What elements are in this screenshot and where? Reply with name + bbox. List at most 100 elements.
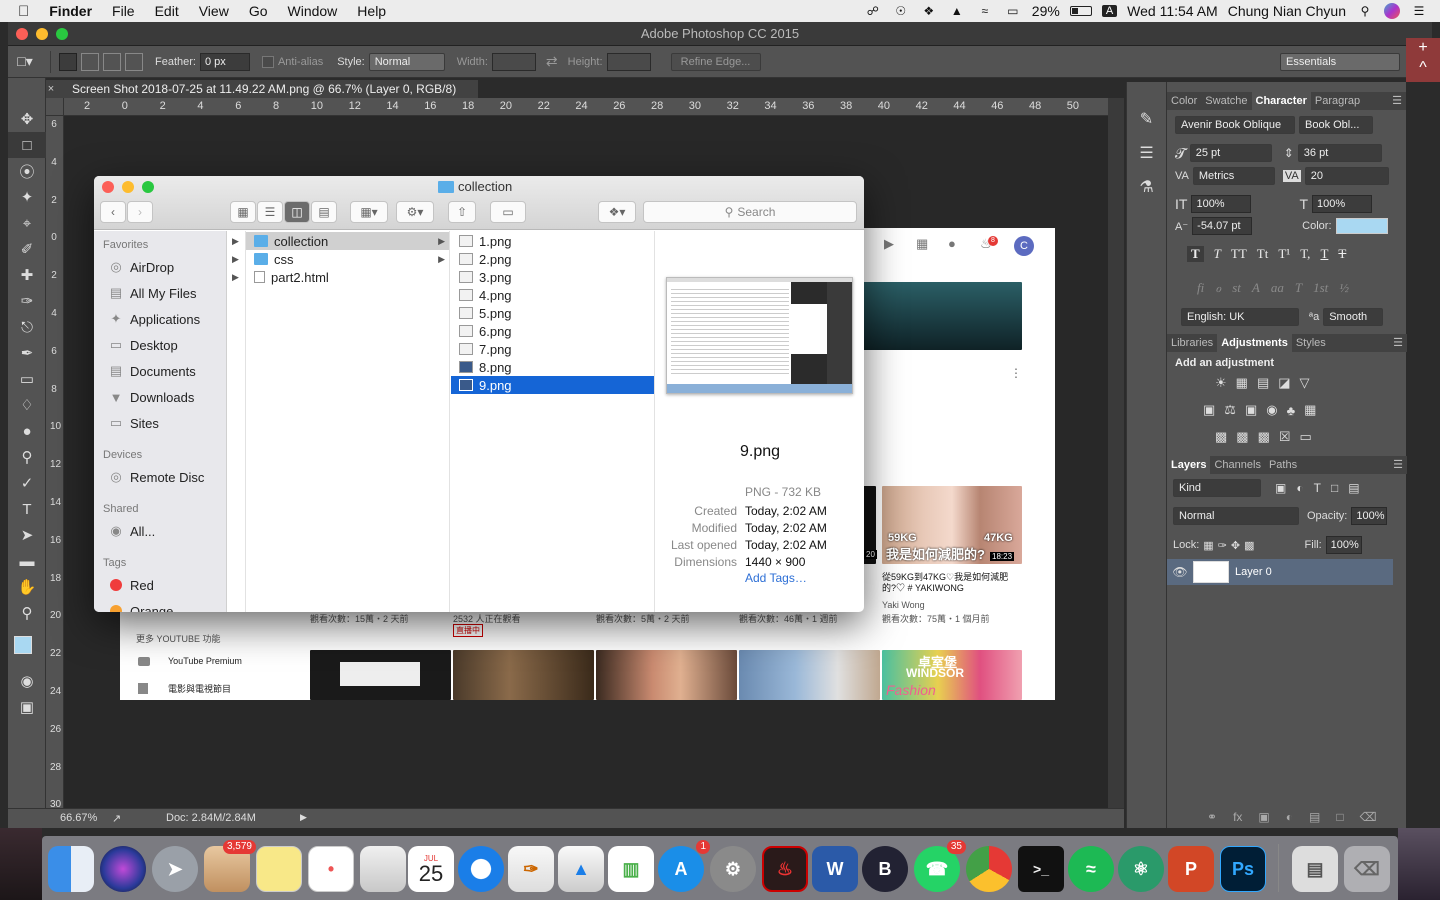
ordinals-button[interactable]: 1st: [1313, 280, 1328, 296]
textedit-dock-icon[interactable]: ✑: [508, 846, 554, 892]
list-item[interactable]: 7.png: [451, 340, 654, 358]
status-menu-arrow-icon[interactable]: ▶: [300, 812, 307, 823]
sidebar-tag-red[interactable]: Red: [108, 575, 154, 595]
marquee-preset-icon[interactable]: □▾: [8, 53, 42, 70]
tab-styles[interactable]: Styles: [1292, 334, 1330, 352]
hue-saturation-icon[interactable]: ▣: [1203, 402, 1215, 418]
faux-bold-button[interactable]: T: [1187, 246, 1204, 262]
menu-app-name[interactable]: Finder: [39, 3, 102, 19]
back-button[interactable]: ‹: [100, 201, 126, 223]
blur-tool-icon[interactable]: ●: [8, 418, 46, 444]
layer-row[interactable]: 👁 Layer 0: [1167, 559, 1393, 585]
filter-smart-object-icon[interactable]: ▤: [1348, 481, 1359, 495]
delete-layer-icon[interactable]: ⌫: [1360, 810, 1377, 824]
invert-icon[interactable]: ▩: [1215, 429, 1227, 445]
paint-bucket-icon[interactable]: ♢: [8, 392, 46, 418]
language-dropdown[interactable]: English: UK: [1181, 308, 1299, 326]
panel-menu-icon[interactable]: ☰: [1389, 334, 1407, 352]
fractions-button[interactable]: ½: [1339, 280, 1349, 296]
b-app-dock-icon[interactable]: B: [862, 846, 908, 892]
forward-button[interactable]: ›: [127, 201, 153, 223]
dropbox-button[interactable]: ❖▾: [598, 201, 636, 223]
list-view-button[interactable]: ☰: [257, 201, 283, 223]
hand-tool-icon[interactable]: ✋: [8, 574, 46, 600]
underline-button[interactable]: T: [1320, 246, 1328, 262]
list-item-part2-html[interactable]: ▶ part2.html: [232, 268, 449, 286]
atom-dock-icon[interactable]: ⚛: [1118, 846, 1164, 892]
dodge-tool-icon[interactable]: ⚲: [8, 444, 46, 470]
font-family-dropdown[interactable]: Avenir Book Oblique: [1175, 116, 1295, 134]
lock-transparent-icon[interactable]: ▦: [1203, 539, 1213, 552]
crop-tool-icon[interactable]: ⌖: [8, 210, 46, 236]
selective-color-icon[interactable]: ☒: [1279, 429, 1291, 445]
eyedropper-tool-icon[interactable]: ✐: [8, 236, 46, 262]
lock-pixels-icon[interactable]: ✑: [1218, 539, 1227, 552]
quick-select-tool-icon[interactable]: ✦: [8, 184, 46, 210]
document-tab[interactable]: Screen Shot 2018-07-25 at 11.49.22 AM.pn…: [56, 80, 478, 98]
link-layers-icon[interactable]: ⚭: [1207, 810, 1217, 824]
width-input[interactable]: [491, 52, 536, 71]
whatsapp-dock-icon[interactable]: ☎ 35: [914, 840, 966, 892]
new-layer-icon[interactable]: □: [1336, 810, 1343, 824]
vertical-scale-input[interactable]: 100%: [1191, 195, 1252, 213]
fill-input[interactable]: 100%: [1325, 536, 1362, 554]
sidebar-item-desktop[interactable]: ▭ Desktop: [108, 335, 178, 355]
horizontal-ruler[interactable]: 2 0 2 4 6 8 10 12 14 16 18 20 22 24 26 28 30 32 34 36 38 40 42…: [46, 98, 1108, 116]
tab-color[interactable]: Color: [1167, 92, 1201, 110]
numbers-dock-icon[interactable]: ▥: [608, 846, 654, 892]
brush-presets-icon[interactable]: ⚗: [1127, 170, 1166, 204]
list-item-collection[interactable]: ▶ collection ▶: [232, 232, 449, 250]
sidebar-tag-orange[interactable]: Orange: [108, 601, 173, 612]
sidebar-item-remote-disc[interactable]: ◎ Remote Disc: [108, 467, 204, 487]
list-item[interactable]: 4.png: [451, 286, 654, 304]
new-adjustment-layer-icon[interactable]: ◐: [1286, 810, 1293, 824]
spotlight-search-icon[interactable]: ⚲: [1356, 4, 1374, 18]
swash-button[interactable]: A: [1252, 280, 1260, 296]
panel-menu-icon[interactable]: ☰: [1389, 456, 1407, 474]
battery-icon[interactable]: [1069, 6, 1092, 16]
stamp-tool-icon[interactable]: ⎋: [8, 314, 46, 340]
layer-style-icon[interactable]: fx: [1233, 810, 1242, 824]
tab-swatches[interactable]: Swatche: [1201, 92, 1251, 110]
faux-italic-button[interactable]: T: [1214, 246, 1221, 262]
opacity-input[interactable]: 100%: [1351, 507, 1388, 525]
height-input[interactable]: [606, 52, 651, 71]
font-size-input[interactable]: 25 pt: [1189, 144, 1272, 162]
siri-icon[interactable]: [1384, 3, 1400, 19]
layer-filter-dropdown[interactable]: Kind: [1173, 479, 1261, 497]
zoom-tool-icon[interactable]: ⚲: [8, 600, 46, 626]
kerning-input[interactable]: Metrics: [1192, 167, 1275, 185]
tab-layers[interactable]: Layers: [1167, 456, 1211, 474]
tab-paths[interactable]: Paths: [1265, 456, 1301, 474]
sidebar-item-downloads[interactable]: ▼ Downloads: [108, 387, 195, 407]
move-tool-icon[interactable]: ✥: [8, 106, 46, 132]
discretionary-ligatures-button[interactable]: st: [1232, 280, 1241, 296]
vertical-ruler[interactable]: 6 4 2 0 2 4 6 8 10 12 14 16 18 20 22 24 26 28 30: [46, 116, 64, 808]
preview-thumbnail[interactable]: [666, 277, 853, 394]
tab-adjustments[interactable]: Adjustments: [1217, 334, 1292, 352]
small-caps-button[interactable]: Tt: [1257, 246, 1269, 262]
panel-menu-icon[interactable]: ☰: [1388, 92, 1406, 110]
chrome-dock-icon[interactable]: [966, 846, 1012, 892]
keynote-dock-icon[interactable]: ▲: [558, 846, 604, 892]
antialias-dropdown[interactable]: Smooth: [1323, 308, 1384, 326]
dropbox-icon[interactable]: ❖: [920, 4, 938, 18]
new-selection-icon[interactable]: [59, 52, 77, 71]
downloads-stack-dock-icon[interactable]: ▤: [1292, 846, 1338, 892]
vibrance-icon[interactable]: ▽: [1300, 375, 1310, 391]
powerpoint-dock-icon[interactable]: P: [1168, 846, 1214, 892]
brightness-contrast-icon[interactable]: ☀: [1215, 375, 1227, 391]
intersect-selection-icon[interactable]: [125, 52, 143, 71]
export-icon[interactable]: ↗: [112, 812, 121, 825]
feather-input[interactable]: 0 px: [199, 52, 250, 71]
add-selection-icon[interactable]: [81, 52, 99, 71]
finder-close-button[interactable]: [102, 181, 114, 193]
ligatures-button[interactable]: fi: [1197, 280, 1204, 296]
minimize-window-button[interactable]: [36, 28, 48, 40]
horizontal-scale-input[interactable]: 100%: [1312, 195, 1373, 213]
shape-tool-icon[interactable]: ▬: [8, 548, 46, 574]
subscript-button[interactable]: T,: [1300, 246, 1310, 262]
spotify-dock-icon[interactable]: ≈: [1068, 846, 1114, 892]
notification-icon[interactable]: ▲: [948, 4, 966, 18]
sidebar-item-all-shared[interactable]: ◉ All...: [108, 521, 155, 541]
